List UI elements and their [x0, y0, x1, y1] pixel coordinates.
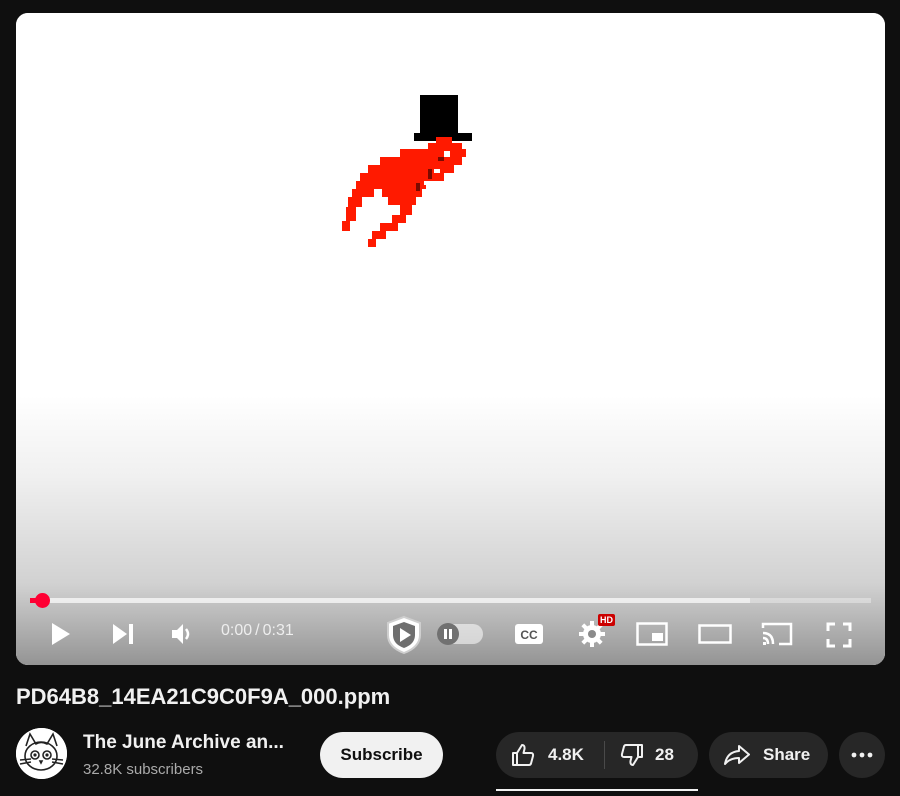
volume-button[interactable]: [168, 621, 198, 647]
channel-name[interactable]: The June Archive an...: [83, 732, 298, 754]
progress-bar[interactable]: [30, 593, 871, 608]
next-icon: [113, 624, 133, 644]
shield-play-icon: [387, 615, 421, 655]
hd-badge: HD: [598, 614, 615, 626]
more-dots-icon: [851, 752, 873, 758]
subscriber-count: 32.8K subscribers: [83, 761, 204, 778]
dislike-button[interactable]: 28: [605, 732, 698, 778]
share-arrow-icon: [724, 745, 750, 765]
share-label: Share: [763, 745, 811, 764]
autoplay-knob: [437, 623, 459, 645]
cc-icon: CC: [515, 624, 543, 644]
buffered-bar: [30, 598, 750, 603]
current-time: 0:00: [221, 622, 253, 639]
autoplay-toggle[interactable]: [437, 623, 483, 645]
more-actions-button[interactable]: [839, 732, 885, 778]
time-separator: /: [255, 622, 260, 639]
play-icon: [52, 623, 70, 645]
play-button[interactable]: [46, 621, 76, 647]
like-count: 4.8K: [548, 745, 584, 764]
progress-scrubber[interactable]: [34, 593, 50, 608]
volume-icon: [172, 624, 190, 644]
cast-button[interactable]: [760, 621, 794, 647]
pause-icon: [444, 629, 452, 639]
video-player[interactable]: 0:00/0:31 CC HD: [16, 13, 885, 665]
pixel-sprite-image: [342, 95, 472, 247]
theater-icon: [698, 624, 732, 644]
time-display: 0:00/0:31: [221, 622, 294, 640]
channel-avatar[interactable]: [16, 728, 67, 779]
shield-play-button[interactable]: [384, 615, 424, 655]
player-controls: 0:00/0:31 CC HD: [16, 611, 885, 657]
fullscreen-icon: [826, 622, 852, 648]
video-title: PD64B8_14EA21C9C0F9A_000.ppm: [16, 684, 391, 709]
svg-text:CC: CC: [520, 628, 538, 642]
thumbs-down-icon: [620, 744, 643, 766]
theater-button[interactable]: [697, 622, 733, 646]
captions-button[interactable]: CC: [513, 621, 545, 647]
duration: 0:31: [262, 622, 294, 639]
miniplayer-icon: [636, 622, 668, 646]
fullscreen-button[interactable]: [824, 621, 854, 649]
subscribe-button[interactable]: Subscribe: [320, 732, 443, 778]
like-underline: [496, 789, 698, 791]
like-dislike-group: 4.8K 28: [496, 732, 698, 778]
thumbs-up-icon: [512, 744, 535, 766]
avatar-cat-drawing: [16, 728, 67, 779]
miniplayer-button[interactable]: [635, 621, 669, 647]
like-button[interactable]: 4.8K: [496, 732, 604, 778]
share-button[interactable]: Share: [709, 732, 828, 778]
cast-icon: [761, 622, 793, 646]
next-button[interactable]: [108, 621, 138, 647]
settings-button[interactable]: HD: [576, 614, 615, 649]
dislike-count: 28: [655, 745, 674, 764]
